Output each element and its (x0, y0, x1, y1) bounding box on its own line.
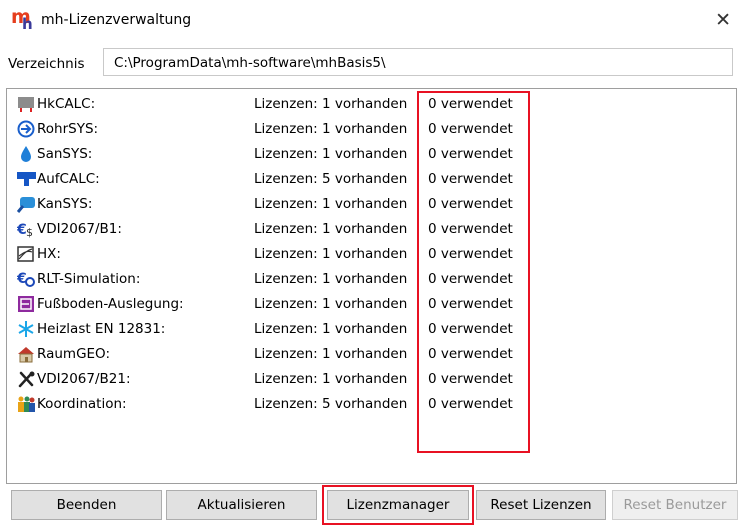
directory-label: Verzeichnis (8, 56, 85, 72)
list-item[interactable]: € $ VDI2067/B1: Lizenzen: 1 vorhanden 0 v… (16, 218, 717, 240)
euro-dollar-icon: € $ (16, 220, 37, 239)
license-list[interactable]: HkCALC: Lizenzen: 1 vorhanden 0 verwende… (6, 88, 737, 484)
title-bar: m h mh-Lizenzverwaltung ✕ (0, 0, 741, 42)
sansys-drop-icon (17, 145, 37, 163)
list-item[interactable]: RohrSYS: Lizenzen: 1 vorhanden 0 verwend… (17, 118, 717, 140)
product-name: SanSYS: (37, 146, 93, 162)
reset-benutzer-button: Reset Benutzer (612, 490, 738, 520)
close-icon[interactable]: ✕ (715, 9, 731, 31)
list-item[interactable]: AufCALC: Lizenzen: 5 vorhanden 0 verwend… (17, 168, 717, 190)
product-name: KanSYS: (37, 196, 93, 212)
license-count: Lizenzen: 1 vorhanden (254, 296, 408, 312)
snowflake-icon (17, 320, 37, 338)
svg-text:€: € (17, 271, 27, 287)
tools-icon (17, 370, 37, 388)
license-count: Lizenzen: 1 vorhanden (254, 346, 408, 362)
license-count: Lizenzen: 1 vorhanden (254, 221, 408, 237)
house-icon (17, 345, 37, 363)
list-item[interactable]: Heizlast EN 12831: Lizenzen: 1 vorhanden… (17, 318, 717, 340)
window-title: mh-Lizenzverwaltung (41, 12, 192, 28)
kansys-icon (16, 195, 37, 213)
license-count: Lizenzen: 1 vorhanden (254, 196, 408, 212)
list-item[interactable]: € RLT-Simulation: Lizenzen: 1 vorhanden … (16, 268, 717, 290)
license-count: Lizenzen: 5 vorhanden (254, 396, 408, 412)
license-count: Lizenzen: 1 vorhanden (254, 146, 408, 162)
hx-chart-icon (17, 245, 37, 263)
floor-heating-icon (17, 295, 37, 313)
aufcalc-blue-icon (17, 170, 37, 188)
aktualisieren-button[interactable]: Aktualisieren (166, 490, 317, 520)
license-count: Lizenzen: 1 vorhanden (254, 121, 408, 137)
beenden-button[interactable]: Beenden (11, 490, 162, 520)
product-name: Koordination: (37, 396, 127, 412)
directory-value: C:\ProgramData\mh-software\mhBasis5\ (114, 55, 386, 71)
svg-text:$: $ (26, 226, 33, 238)
product-name: VDI2067/B21: (37, 371, 131, 387)
people-icon (17, 395, 37, 413)
reset-lizenzen-button[interactable]: Reset Lizenzen (476, 490, 606, 520)
product-name: HX: (37, 246, 61, 262)
list-item[interactable]: HX: Lizenzen: 1 vorhanden 0 verwendet (17, 243, 717, 265)
list-item[interactable]: VDI2067/B21: Lizenzen: 1 vorhanden 0 ver… (17, 368, 717, 390)
product-name: RLT-Simulation: (37, 271, 141, 287)
directory-field[interactable]: C:\ProgramData\mh-software\mhBasis5\ (103, 48, 733, 76)
license-count: Lizenzen: 1 vorhanden (254, 271, 408, 287)
hkcalc-radiator-icon (17, 95, 37, 113)
license-count: Lizenzen: 5 vorhanden (254, 171, 408, 187)
product-name: Fußboden-Auslegung: (37, 296, 184, 312)
list-item[interactable]: RaumGEO: Lizenzen: 1 vorhanden 0 verwend… (17, 343, 717, 365)
product-name: Heizlast EN 12831: (37, 321, 166, 337)
app-logo-h: h (22, 15, 33, 33)
rlt-euro-icon: € (16, 270, 37, 288)
license-count: Lizenzen: 1 vorhanden (254, 321, 408, 337)
rohrsys-arrow-icon (17, 120, 37, 138)
list-item[interactable]: HkCALC: Lizenzen: 1 vorhanden 0 verwende… (17, 93, 717, 115)
product-name: RohrSYS: (37, 121, 99, 137)
product-name: VDI2067/B1: (37, 221, 122, 237)
list-item[interactable]: SanSYS: Lizenzen: 1 vorhanden 0 verwende… (17, 143, 717, 165)
product-name: HkCALC: (37, 96, 96, 112)
license-count: Lizenzen: 1 vorhanden (254, 96, 408, 112)
list-item[interactable]: Koordination: Lizenzen: 5 vorhanden 0 ve… (17, 393, 717, 415)
license-count: Lizenzen: 1 vorhanden (254, 371, 408, 387)
license-count: Lizenzen: 1 vorhanden (254, 246, 408, 262)
product-name: RaumGEO: (37, 346, 110, 362)
lizenzmanager-highlight (322, 485, 474, 525)
app-logo-icon: m h (11, 6, 33, 33)
used-column-highlight (417, 91, 530, 453)
list-item[interactable]: Fußboden-Auslegung: Lizenzen: 1 vorhande… (17, 293, 717, 315)
list-item[interactable]: KanSYS: Lizenzen: 1 vorhanden 0 verwende… (16, 193, 717, 215)
product-name: AufCALC: (37, 171, 100, 187)
